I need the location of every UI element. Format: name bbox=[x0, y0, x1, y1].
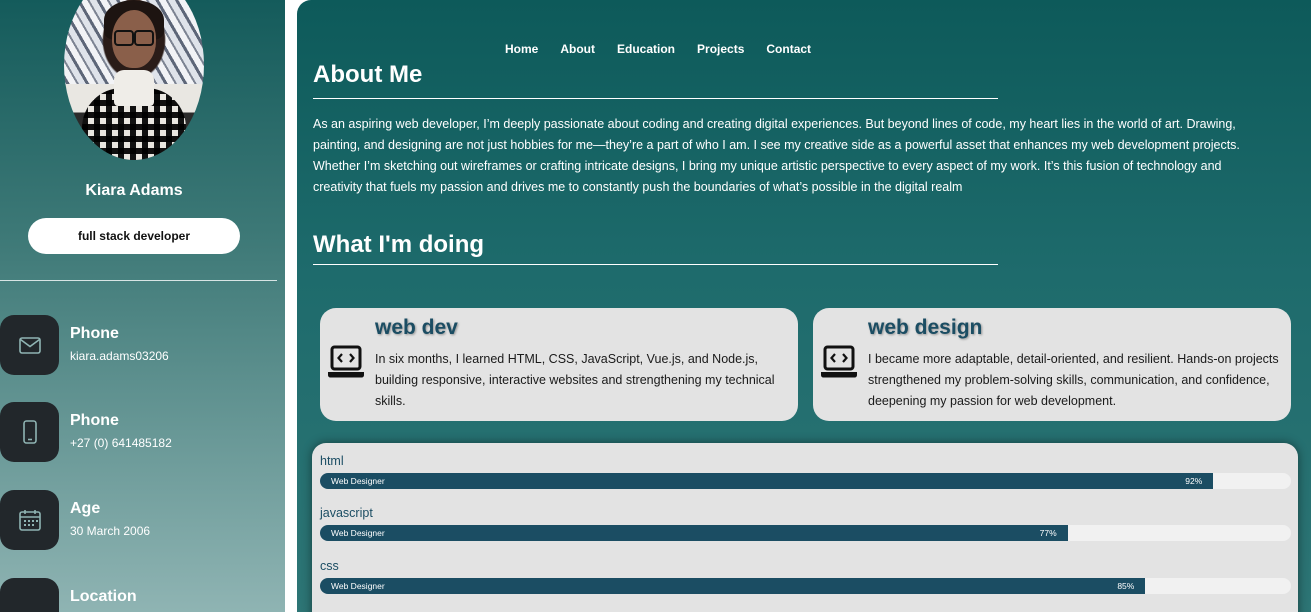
sidebar: Kiara Adams full stack developer Phone k… bbox=[0, 0, 285, 612]
calendar-icon bbox=[0, 490, 59, 550]
nav-education[interactable]: Education bbox=[617, 42, 675, 56]
skill-bar-label: Web Designer bbox=[331, 581, 385, 591]
laptop-code-icon bbox=[328, 345, 364, 378]
skill-progress-track: Web Designer 92% bbox=[320, 473, 1291, 489]
skill-progress-fill: Web Designer 92% bbox=[320, 473, 1214, 489]
contact-item-email: Phone kiara.adams03206 bbox=[0, 315, 280, 375]
skill-html: html Web Designer 92% bbox=[320, 454, 1291, 489]
skill-progress-track: Web Designer 77% bbox=[320, 525, 1291, 541]
top-nav: Home About Education Projects Contact bbox=[505, 42, 811, 56]
skill-name: javascript bbox=[320, 506, 373, 520]
contact-title: Location bbox=[70, 588, 137, 605]
skill-percent: 85% bbox=[1117, 581, 1135, 591]
about-divider bbox=[313, 98, 998, 99]
skill-progress-fill: Web Designer 85% bbox=[320, 578, 1146, 594]
contact-item-age: Age 30 March 2006 bbox=[0, 490, 280, 550]
avatar-collar bbox=[114, 70, 154, 106]
skill-javascript: javascript Web Designer 77% bbox=[320, 506, 1291, 541]
service-title: web design bbox=[868, 316, 983, 339]
skill-name: css bbox=[320, 559, 339, 573]
contact-title: Phone bbox=[70, 412, 119, 429]
skill-progress-track: Web Designer 85% bbox=[320, 578, 1291, 594]
main-content: Home About Education Projects Contact Ab… bbox=[297, 0, 1311, 612]
laptop-code-icon bbox=[821, 345, 857, 378]
skill-css: css Web Designer 85% bbox=[320, 559, 1291, 594]
contact-item-location: Location bbox=[0, 578, 280, 612]
avatar-glasses bbox=[114, 30, 154, 46]
contact-item-phone: Phone +27 (0) 641485182 bbox=[0, 402, 280, 462]
service-card-web-dev: web dev In six months, I learned HTML, C… bbox=[320, 308, 798, 421]
skill-bar-label: Web Designer bbox=[331, 528, 385, 538]
doing-title: What I'm doing bbox=[313, 231, 485, 258]
service-card-web-design: web design I became more adaptable, deta… bbox=[813, 308, 1291, 421]
skill-name: html bbox=[320, 454, 344, 468]
contact-title: Phone bbox=[70, 325, 119, 342]
skill-bar-label: Web Designer bbox=[331, 476, 385, 486]
about-title: About Me bbox=[313, 61, 423, 88]
sidebar-divider bbox=[0, 280, 277, 281]
mail-icon bbox=[0, 315, 59, 375]
service-description: In six months, I learned HTML, CSS, Java… bbox=[375, 352, 775, 408]
role-badge: full stack developer bbox=[28, 218, 240, 254]
location-pin-icon bbox=[0, 578, 59, 612]
contact-title: Age bbox=[70, 500, 101, 517]
nav-about[interactable]: About bbox=[560, 42, 595, 56]
skills-panel: html Web Designer 92% javascript Web Des… bbox=[312, 443, 1298, 612]
nav-contact[interactable]: Contact bbox=[766, 42, 811, 56]
avatar bbox=[64, 0, 204, 160]
contact-value[interactable]: +27 (0) 641485182 bbox=[70, 436, 172, 450]
mobile-phone-icon bbox=[0, 402, 59, 462]
contact-value[interactable]: kiara.adams03206 bbox=[70, 349, 169, 363]
skill-progress-fill: Web Designer 77% bbox=[320, 525, 1068, 541]
skill-percent: 92% bbox=[1185, 476, 1203, 486]
skill-percent: 77% bbox=[1039, 528, 1057, 538]
about-text: As an aspiring web developer, I’m deeply… bbox=[313, 117, 1240, 194]
nav-home[interactable]: Home bbox=[505, 42, 538, 56]
profile-name: Kiara Adams bbox=[85, 182, 183, 199]
service-title: web dev bbox=[375, 316, 458, 339]
doing-divider bbox=[313, 264, 998, 265]
nav-projects[interactable]: Projects bbox=[697, 42, 744, 56]
service-description: I became more adaptable, detail-oriented… bbox=[868, 352, 1279, 408]
contact-value: 30 March 2006 bbox=[70, 524, 151, 538]
